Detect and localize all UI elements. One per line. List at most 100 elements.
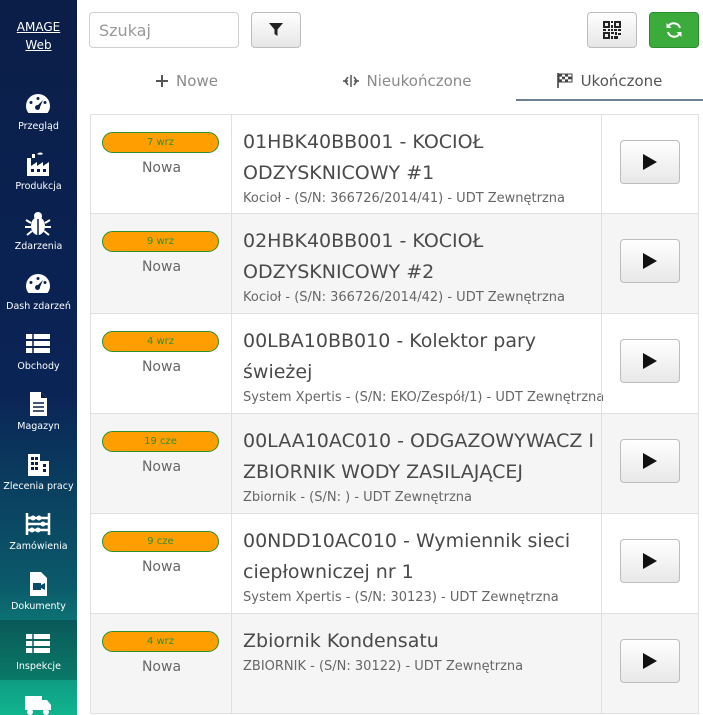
tab-nowe[interactable]: Nowe bbox=[77, 62, 297, 100]
filter-button[interactable] bbox=[251, 12, 301, 48]
row-subtitle: System Xpertis - (S/N: EKO/Zespół/1) - U… bbox=[243, 390, 605, 405]
qr-code-icon bbox=[603, 21, 621, 39]
sidebar-item-dash-zdarzen[interactable]: Dash zdarzeń bbox=[0, 260, 77, 320]
row-subtitle: Kocioł - (S/N: 366726/2014/42) - UDT Zew… bbox=[243, 290, 566, 305]
sidebar-item-truck[interactable] bbox=[0, 680, 77, 715]
brand-link[interactable]: AMAGE Web bbox=[0, 18, 77, 54]
row-action-cell bbox=[601, 414, 700, 513]
row-status-cell: 19 cze Nowa bbox=[91, 414, 232, 513]
row-status-cell: 7 wrz Nowa bbox=[91, 115, 232, 214]
plus-icon bbox=[156, 75, 169, 87]
row-title: 00NDD10AC010 - Wymiennik sieci ciepłowni… bbox=[243, 530, 571, 583]
building-icon bbox=[23, 450, 53, 478]
sidebar-item-przeglad[interactable]: Przegląd bbox=[0, 80, 77, 140]
row-info-cell: Zbiornik Kondensatu ZBIORNIK - (S/N: 301… bbox=[243, 626, 598, 674]
row-info-cell: 00LBA10BB010 - Kolektor pary świeżej Sys… bbox=[243, 326, 605, 405]
row-title: 00LAA10AC010 - ODGAZOWYWACZ I ZBIORNIK W… bbox=[243, 430, 595, 483]
sidebar-item-zlecenia-pracy[interactable]: Zlecenia pracy bbox=[0, 440, 77, 500]
sidebar-item-label: Obchody bbox=[17, 361, 60, 372]
sidebar-item-magazyn[interactable]: Magazyn bbox=[0, 380, 77, 440]
search-input[interactable] bbox=[89, 12, 239, 48]
tab-label: Ukończone bbox=[580, 71, 663, 90]
inspection-list: 7 wrz Nowa 01HBK40BB001 - KOCIOŁ ODZYSKN… bbox=[90, 114, 699, 714]
start-button[interactable] bbox=[620, 639, 680, 683]
factory-icon bbox=[23, 150, 53, 178]
bug-icon bbox=[23, 210, 53, 238]
app: AMAGE Web Przegląd Produkcja Zdarzenia D… bbox=[0, 0, 703, 715]
row-subtitle: System Xpertis - (S/N: 30123) - UDT Zewn… bbox=[243, 590, 559, 605]
sidebar: AMAGE Web Przegląd Produkcja Zdarzenia D… bbox=[0, 0, 77, 715]
tab-label: Nowe bbox=[176, 72, 218, 90]
row-subtitle: ZBIORNIK - (S/N: 30122) - UDT Zewnętrzna bbox=[243, 659, 524, 674]
refresh-icon bbox=[666, 22, 682, 38]
sidebar-item-label: Zdarzenia bbox=[14, 241, 63, 252]
date-badge: 4 wrz bbox=[102, 631, 219, 652]
sidebar-item-label: Dash zdarzeń bbox=[6, 301, 71, 312]
row-status-cell: 4 wrz Nowa bbox=[91, 614, 232, 713]
date-badge: 19 cze bbox=[102, 431, 219, 452]
status-text: Nowa bbox=[141, 359, 182, 375]
sidebar-item-obchody[interactable]: Obchody bbox=[0, 320, 77, 380]
row-status-cell: 9 wrz Nowa bbox=[91, 214, 232, 313]
row-info-cell: 00LAA10AC010 - ODGAZOWYWACZ I ZBIORNIK W… bbox=[243, 426, 598, 505]
start-button[interactable] bbox=[620, 539, 680, 583]
dashboard-icon bbox=[23, 90, 53, 118]
sidebar-item-label: Zlecenia pracy bbox=[3, 481, 74, 492]
sidebar-item-label: Produkcja bbox=[15, 181, 62, 192]
status-text: Nowa bbox=[141, 559, 182, 575]
gauge-icon bbox=[23, 270, 53, 298]
table-row: 4 wrz Nowa Zbiornik Kondensatu ZBIORNIK … bbox=[90, 614, 699, 714]
row-subtitle: Kocioł - (S/N: 366726/2014/41) - UDT Zew… bbox=[243, 191, 566, 206]
sidebar-item-label: Inspekcje bbox=[16, 661, 61, 672]
table-icon bbox=[23, 630, 53, 658]
truck-icon bbox=[23, 690, 53, 715]
sidebar-item-produkcja[interactable]: Produkcja bbox=[0, 140, 77, 200]
row-action-cell bbox=[601, 614, 700, 713]
status-tabs: Nowe Nieukończone Ukończone bbox=[77, 62, 703, 102]
row-title: Zbiornik Kondensatu bbox=[243, 630, 439, 652]
start-button[interactable] bbox=[620, 339, 680, 383]
date-badge: 9 wrz bbox=[102, 231, 219, 252]
table-row: 7 wrz Nowa 01HBK40BB001 - KOCIOŁ ODZYSKN… bbox=[90, 114, 699, 214]
video-file-icon bbox=[23, 570, 53, 598]
tab-label: Nieukończone bbox=[366, 72, 472, 90]
row-info-cell: 02HBK40BB001 - KOCIOŁ ODZYSKNICOWY #2 Ko… bbox=[243, 226, 598, 305]
table-row: 19 cze Nowa 00LAA10AC010 - ODGAZOWYWACZ … bbox=[90, 414, 699, 514]
table-row: 4 wrz Nowa 00LBA10BB010 - Kolektor pary … bbox=[90, 314, 699, 414]
sidebar-item-dokumenty[interactable]: Dokumenty bbox=[0, 560, 77, 620]
row-status-cell: 4 wrz Nowa bbox=[91, 314, 232, 413]
status-text: Nowa bbox=[141, 160, 182, 176]
qr-scan-button[interactable] bbox=[587, 12, 637, 48]
status-text: Nowa bbox=[141, 659, 182, 675]
row-action-cell bbox=[601, 115, 700, 214]
status-text: Nowa bbox=[141, 259, 182, 275]
sidebar-item-inspekcje[interactable]: Inspekcje bbox=[0, 620, 77, 680]
row-info-cell: 00NDD10AC010 - Wymiennik sieci ciepłowni… bbox=[243, 526, 598, 605]
table-row: 9 wrz Nowa 02HBK40BB001 - KOCIOŁ ODZYSKN… bbox=[90, 214, 699, 314]
table-row: 9 cze Nowa 00NDD10AC010 - Wymiennik siec… bbox=[90, 514, 699, 614]
sidebar-item-zamowienia[interactable]: Zamówienia bbox=[0, 500, 77, 560]
row-subtitle: Zbiornik - (S/N: ) - UDT Zewnętrzna bbox=[243, 490, 472, 505]
document-icon bbox=[23, 390, 53, 418]
refresh-button[interactable] bbox=[649, 12, 699, 48]
status-text: Nowa bbox=[141, 459, 182, 475]
start-button[interactable] bbox=[620, 439, 680, 483]
play-icon bbox=[643, 553, 657, 569]
date-badge: 7 wrz bbox=[102, 132, 219, 153]
sidebar-item-label: Magazyn bbox=[17, 421, 60, 432]
start-button[interactable] bbox=[620, 140, 680, 184]
brand-line-1: AMAGE bbox=[16, 20, 61, 34]
sidebar-item-label: Zamówienia bbox=[9, 541, 68, 552]
sidebar-item-zdarzenia[interactable]: Zdarzenia bbox=[0, 200, 77, 260]
tab-nieukonczone[interactable]: Nieukończone bbox=[297, 62, 517, 100]
row-info-cell: 01HBK40BB001 - KOCIOŁ ODZYSKNICOWY #1 Ko… bbox=[243, 127, 598, 206]
start-button[interactable] bbox=[620, 239, 680, 283]
sidebar-item-label: Dokumenty bbox=[11, 601, 66, 612]
row-action-cell bbox=[601, 514, 700, 613]
row-action-cell bbox=[601, 214, 700, 313]
tab-ukonczone[interactable]: Ukończone bbox=[516, 62, 703, 101]
play-icon bbox=[643, 253, 657, 269]
split-icon bbox=[342, 75, 359, 87]
play-icon bbox=[643, 154, 657, 170]
checkered-flag-icon bbox=[556, 73, 573, 88]
